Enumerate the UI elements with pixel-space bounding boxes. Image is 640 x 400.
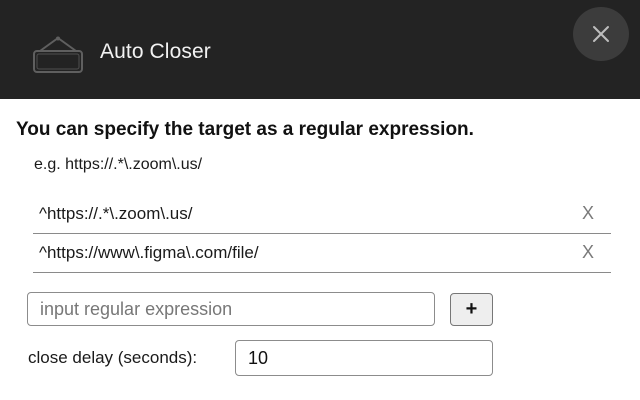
close-button[interactable] bbox=[573, 7, 629, 61]
app-header: Auto Closer bbox=[0, 0, 640, 99]
pattern-row: ^https://www\.figma\.com/file/ X bbox=[33, 234, 611, 273]
close-icon bbox=[593, 26, 609, 42]
remove-pattern-button[interactable]: X bbox=[582, 242, 594, 263]
add-pattern-button[interactable]: + bbox=[450, 293, 493, 326]
regex-input[interactable] bbox=[27, 292, 435, 326]
pattern-text: ^https://www\.figma\.com/file/ bbox=[39, 243, 259, 262]
pattern-row: ^https://.*\.zoom\.us/ X bbox=[33, 195, 611, 234]
pattern-text: ^https://.*\.zoom\.us/ bbox=[39, 204, 193, 223]
close-delay-input[interactable] bbox=[235, 340, 493, 376]
app-title: Auto Closer bbox=[100, 40, 211, 63]
close-sign-logo-icon bbox=[32, 36, 84, 74]
instructions-heading: You can specify the target as a regular … bbox=[16, 119, 474, 140]
close-delay-label: close delay (seconds): bbox=[28, 348, 198, 367]
example-text: e.g. https://.*\.zoom\.us/ bbox=[34, 156, 203, 173]
remove-pattern-button[interactable]: X bbox=[582, 203, 594, 224]
